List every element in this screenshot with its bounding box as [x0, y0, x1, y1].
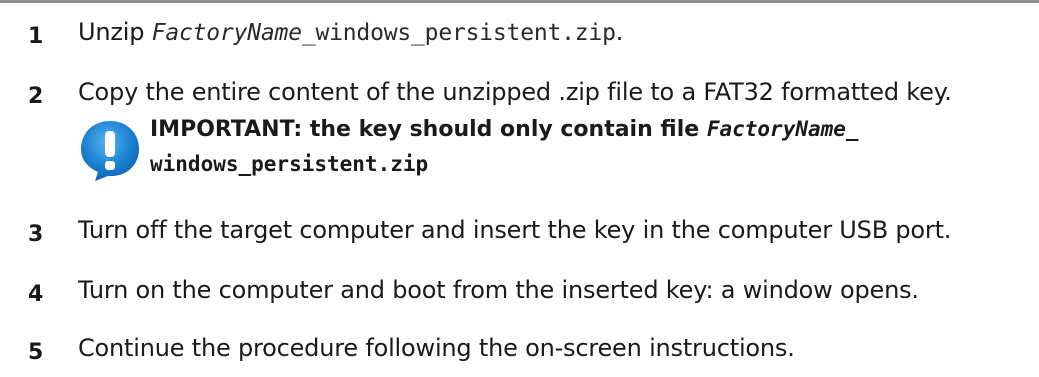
note-filename-code: windows_persistent.zip: [150, 152, 429, 176]
note-filename-variable: FactoryName: [706, 117, 846, 141]
step-3: 3 Turn off the target computer and inser…: [0, 216, 1039, 256]
note-label: IMPORTANT: the key should only contain f…: [150, 117, 707, 142]
step-text: Copy the entire content of the unzipped …: [78, 78, 952, 106]
step-text-prefix: Unzip: [78, 18, 152, 46]
note-line-1: IMPORTANT: the key should only contain f…: [150, 112, 859, 147]
step-1: 1 Unzip FactoryName_windows_persistent.z…: [0, 18, 1039, 58]
step-5: 5 Continue the procedure following the o…: [0, 334, 1039, 374]
step-number: 1: [28, 24, 44, 49]
step-text-suffix: .: [615, 18, 624, 46]
step-text: Continue the procedure following the on-…: [78, 334, 795, 362]
exclamation-icon: [81, 121, 139, 181]
step-number: 5: [28, 340, 44, 365]
note-line-2: windows_persistent.zip: [150, 147, 859, 182]
top-divider: [0, 0, 1039, 3]
filename-code: _windows_persistent.zip: [301, 20, 616, 46]
step-number: 2: [28, 84, 44, 109]
filename-variable: FactoryName: [151, 20, 302, 46]
step-text: Unzip FactoryName_windows_persistent.zip…: [78, 18, 623, 46]
step-text: Turn off the target computer and insert …: [78, 216, 952, 244]
step-number: 3: [28, 222, 44, 247]
step-text: Turn on the computer and boot from the i…: [78, 276, 919, 304]
important-note: IMPORTANT: the key should only contain f…: [78, 112, 1028, 202]
step-number: 4: [28, 282, 44, 307]
note-filename-underscore: _: [845, 117, 859, 141]
note-text: IMPORTANT: the key should only contain f…: [150, 112, 859, 182]
step-4: 4 Turn on the computer and boot from the…: [0, 276, 1039, 316]
